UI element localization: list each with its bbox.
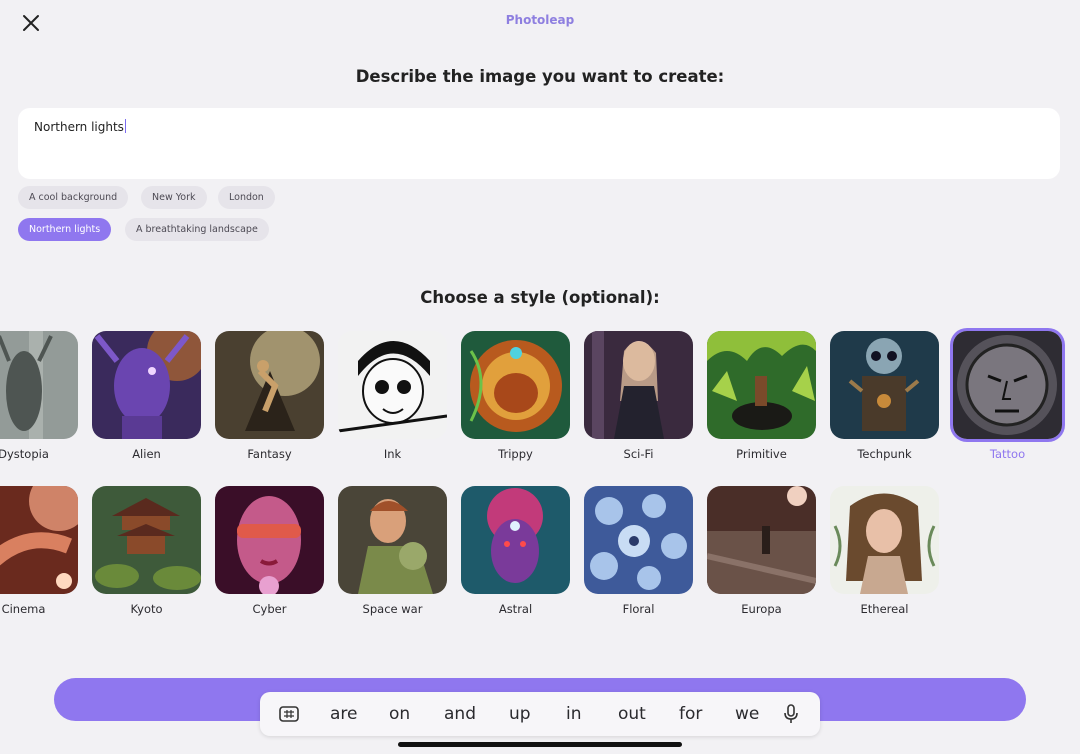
suggestion-word[interactable]: on: [389, 704, 410, 724]
chip-cool-background[interactable]: A cool background: [18, 186, 129, 209]
suggestion-word[interactable]: in: [566, 704, 582, 724]
style-label: Europa: [741, 602, 782, 616]
sci-fi-thumbnail: [584, 331, 693, 439]
style-techpunk[interactable]: Techpunk: [830, 331, 939, 466]
style-label: Tattoo: [989, 447, 1026, 461]
style-label: Space war: [362, 602, 423, 616]
chip-northern-lights[interactable]: Northern lights: [18, 218, 112, 241]
chip-london[interactable]: London: [218, 186, 275, 209]
keyboard-suggestion-bar: are on and up in out for we: [260, 692, 820, 736]
astral-thumbnail: [461, 486, 570, 594]
style-label: Floral: [622, 602, 655, 616]
style-ethereal[interactable]: Ethereal: [830, 486, 939, 621]
style-primitive[interactable]: Primitive: [707, 331, 816, 466]
dystopia-thumbnail: [0, 331, 78, 439]
style-cinema[interactable]: Cinema: [0, 486, 78, 621]
alien-thumbnail: [92, 331, 201, 439]
style-floral[interactable]: Floral: [584, 486, 693, 621]
cinema-thumbnail: [0, 486, 78, 594]
suggestion-word[interactable]: and: [444, 704, 476, 724]
prompt-text: Northern lights: [34, 120, 124, 134]
grid-keyboard-icon[interactable]: [278, 703, 300, 725]
cyber-thumbnail: [215, 486, 324, 594]
app-title: Photoleap: [505, 13, 575, 27]
style-trippy[interactable]: Trippy: [461, 331, 570, 466]
describe-heading: Describe the image you want to create:: [355, 67, 725, 86]
fantasy-thumbnail: [215, 331, 324, 439]
style-space-war[interactable]: Space war: [338, 486, 447, 621]
style-label: Fantasy: [247, 447, 292, 461]
floral-thumbnail: [584, 486, 693, 594]
style-alien[interactable]: Alien: [92, 331, 201, 466]
suggestion-word[interactable]: are: [330, 704, 358, 724]
style-label: Alien: [132, 447, 161, 461]
style-sci-fi[interactable]: Sci-Fi: [584, 331, 693, 466]
europa-thumbnail: [707, 486, 816, 594]
style-label: Cinema: [1, 602, 46, 616]
style-label: Techpunk: [857, 447, 912, 461]
style-label: Sci-Fi: [623, 447, 654, 461]
suggestion-word[interactable]: for: [679, 704, 702, 724]
tattoo-thumbnail: [953, 331, 1062, 439]
kyoto-thumbnail: [92, 486, 201, 594]
style-label: Primitive: [736, 447, 787, 461]
style-tattoo[interactable]: Tattoo: [953, 331, 1062, 466]
chip-breathtaking-landscape[interactable]: A breathtaking landscape: [125, 218, 269, 241]
style-dystopia[interactable]: Dystopia: [0, 331, 78, 466]
ink-thumbnail: [338, 331, 447, 439]
style-label: Kyoto: [130, 602, 163, 616]
style-label: Dystopia: [0, 447, 49, 461]
style-label: Cyber: [252, 602, 287, 616]
text-caret: [124, 119, 126, 133]
style-label: Trippy: [498, 447, 533, 461]
style-astral[interactable]: Astral: [461, 486, 570, 621]
home-indicator: [398, 742, 682, 747]
style-label: Astral: [498, 602, 533, 616]
techpunk-thumbnail: [830, 331, 939, 439]
style-ink[interactable]: Ink: [338, 331, 447, 466]
style-cyber[interactable]: Cyber: [215, 486, 324, 621]
style-label: Ink: [383, 447, 402, 461]
primitive-thumbnail: [707, 331, 816, 439]
suggestion-word[interactable]: out: [618, 704, 646, 724]
suggestion-word[interactable]: up: [509, 704, 531, 724]
ethereal-thumbnail: [830, 486, 939, 594]
style-heading: Choose a style (optional):: [420, 288, 660, 307]
style-europa[interactable]: Europa: [707, 486, 816, 621]
style-label: Ethereal: [860, 602, 909, 616]
space-war-thumbnail: [338, 486, 447, 594]
style-kyoto[interactable]: Kyoto: [92, 486, 201, 621]
suggestion-word[interactable]: we: [735, 704, 759, 724]
style-fantasy[interactable]: Fantasy: [215, 331, 324, 466]
microphone-icon[interactable]: [780, 703, 802, 725]
prompt-input[interactable]: Northern lights: [18, 108, 1060, 179]
chip-new-york[interactable]: New York: [141, 186, 207, 209]
trippy-thumbnail: [461, 331, 570, 439]
